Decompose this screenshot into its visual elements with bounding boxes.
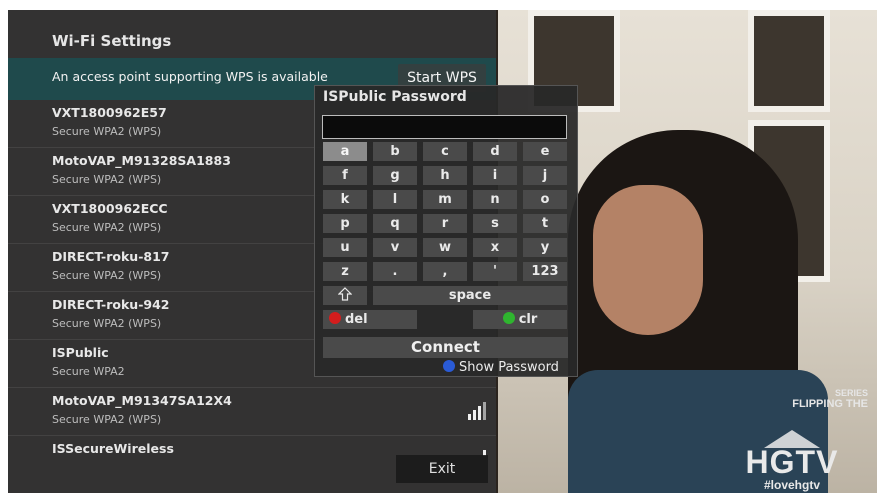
blue-button-icon <box>443 360 455 372</box>
key[interactable]: c <box>423 142 467 161</box>
network-name: MotoVAP_M91328SA1883 <box>52 153 231 168</box>
key[interactable]: d <box>473 142 517 161</box>
key-numbers[interactable]: 123 <box>523 262 567 281</box>
network-name: DIRECT-roku-942 <box>52 297 170 312</box>
key[interactable]: e <box>523 142 567 161</box>
key[interactable]: r <box>423 214 467 233</box>
tv-screen: SERIES FLIPPING THE HGTV #lovehgtv Wi-Fi… <box>8 10 877 493</box>
key[interactable]: z <box>323 262 367 281</box>
background-person-face <box>593 185 703 335</box>
red-button-icon <box>329 312 341 324</box>
key[interactable]: x <box>473 238 517 257</box>
wps-message: An access point supporting WPS is availa… <box>52 69 328 84</box>
key[interactable]: . <box>373 262 417 281</box>
network-name: VXT1800962E57 <box>52 105 167 120</box>
network-name: ISPublic <box>52 345 109 360</box>
network-security: Secure WPA2 (WPS) <box>52 269 162 282</box>
dialog-title: ISPublic Password <box>323 89 467 105</box>
shift-arrow-icon <box>337 287 353 301</box>
network-row[interactable]: MotoVAP_M91347SA12X4 Secure WPA2 (WPS) <box>8 388 496 436</box>
network-security: Secure WPA2 (WPS) <box>52 125 162 138</box>
key[interactable]: f <box>323 166 367 185</box>
logo-text: HGTV <box>745 444 839 480</box>
network-security: Secure WPA2 (WPS) <box>52 173 162 186</box>
network-security: Secure WPA2 (WPS) <box>52 413 162 426</box>
key[interactable]: ' <box>473 262 517 281</box>
key[interactable]: p <box>323 214 367 233</box>
key[interactable]: q <box>373 214 417 233</box>
network-name: MotoVAP_M91347SA12X4 <box>52 393 232 408</box>
panel-title: Wi-Fi Settings <box>52 32 172 50</box>
key[interactable]: w <box>423 238 467 257</box>
key[interactable]: h <box>423 166 467 185</box>
key[interactable]: v <box>373 238 417 257</box>
password-dialog: ISPublic Password a b c d e f g h i j k … <box>314 85 578 377</box>
key[interactable]: k <box>323 190 367 209</box>
exit-button[interactable]: Exit <box>396 455 488 483</box>
key[interactable]: i <box>473 166 517 185</box>
network-security: Secure WPA2 (WPS) <box>52 221 162 234</box>
space-key[interactable]: space <box>373 286 567 305</box>
show-password-label: Show Password <box>459 360 559 375</box>
key[interactable]: j <box>523 166 567 185</box>
key[interactable]: s <box>473 214 517 233</box>
key[interactable]: b <box>373 142 417 161</box>
network-security: Secure WPA2 <box>52 365 125 378</box>
show-name: FLIPPING THE <box>792 398 868 410</box>
signal-strength-icon <box>468 402 486 420</box>
network-name: ISSecureWireless <box>52 441 174 456</box>
connect-button[interactable]: Connect <box>323 337 568 358</box>
del-label: del <box>345 312 368 327</box>
channel-logo: HGTV #lovehgtv <box>742 430 842 492</box>
key[interactable]: a <box>323 142 367 161</box>
network-security: Secure WPA2 (WPS) <box>52 317 162 330</box>
shift-key[interactable] <box>323 286 367 305</box>
logo-hashtag: #lovehgtv <box>763 478 820 492</box>
green-button-icon <box>502 312 515 324</box>
key[interactable]: u <box>323 238 367 257</box>
show-password-option[interactable]: Show Password <box>443 360 575 375</box>
clr-key[interactable]: clr <box>473 310 567 329</box>
key[interactable]: , <box>423 262 467 281</box>
del-key[interactable]: del <box>323 310 417 329</box>
key[interactable]: y <box>523 238 567 257</box>
key[interactable]: n <box>473 190 517 209</box>
key[interactable]: t <box>523 214 567 233</box>
key[interactable]: g <box>373 166 417 185</box>
key[interactable]: m <box>423 190 467 209</box>
password-input[interactable] <box>322 115 567 139</box>
network-name: DIRECT-roku-817 <box>52 249 170 264</box>
background-window <box>748 10 830 112</box>
key[interactable]: l <box>373 190 417 209</box>
key[interactable]: o <box>523 190 567 209</box>
network-name: VXT1800962ECC <box>52 201 168 216</box>
show-title-overlay: SERIES FLIPPING THE <box>688 388 868 410</box>
clr-label: clr <box>518 312 538 327</box>
